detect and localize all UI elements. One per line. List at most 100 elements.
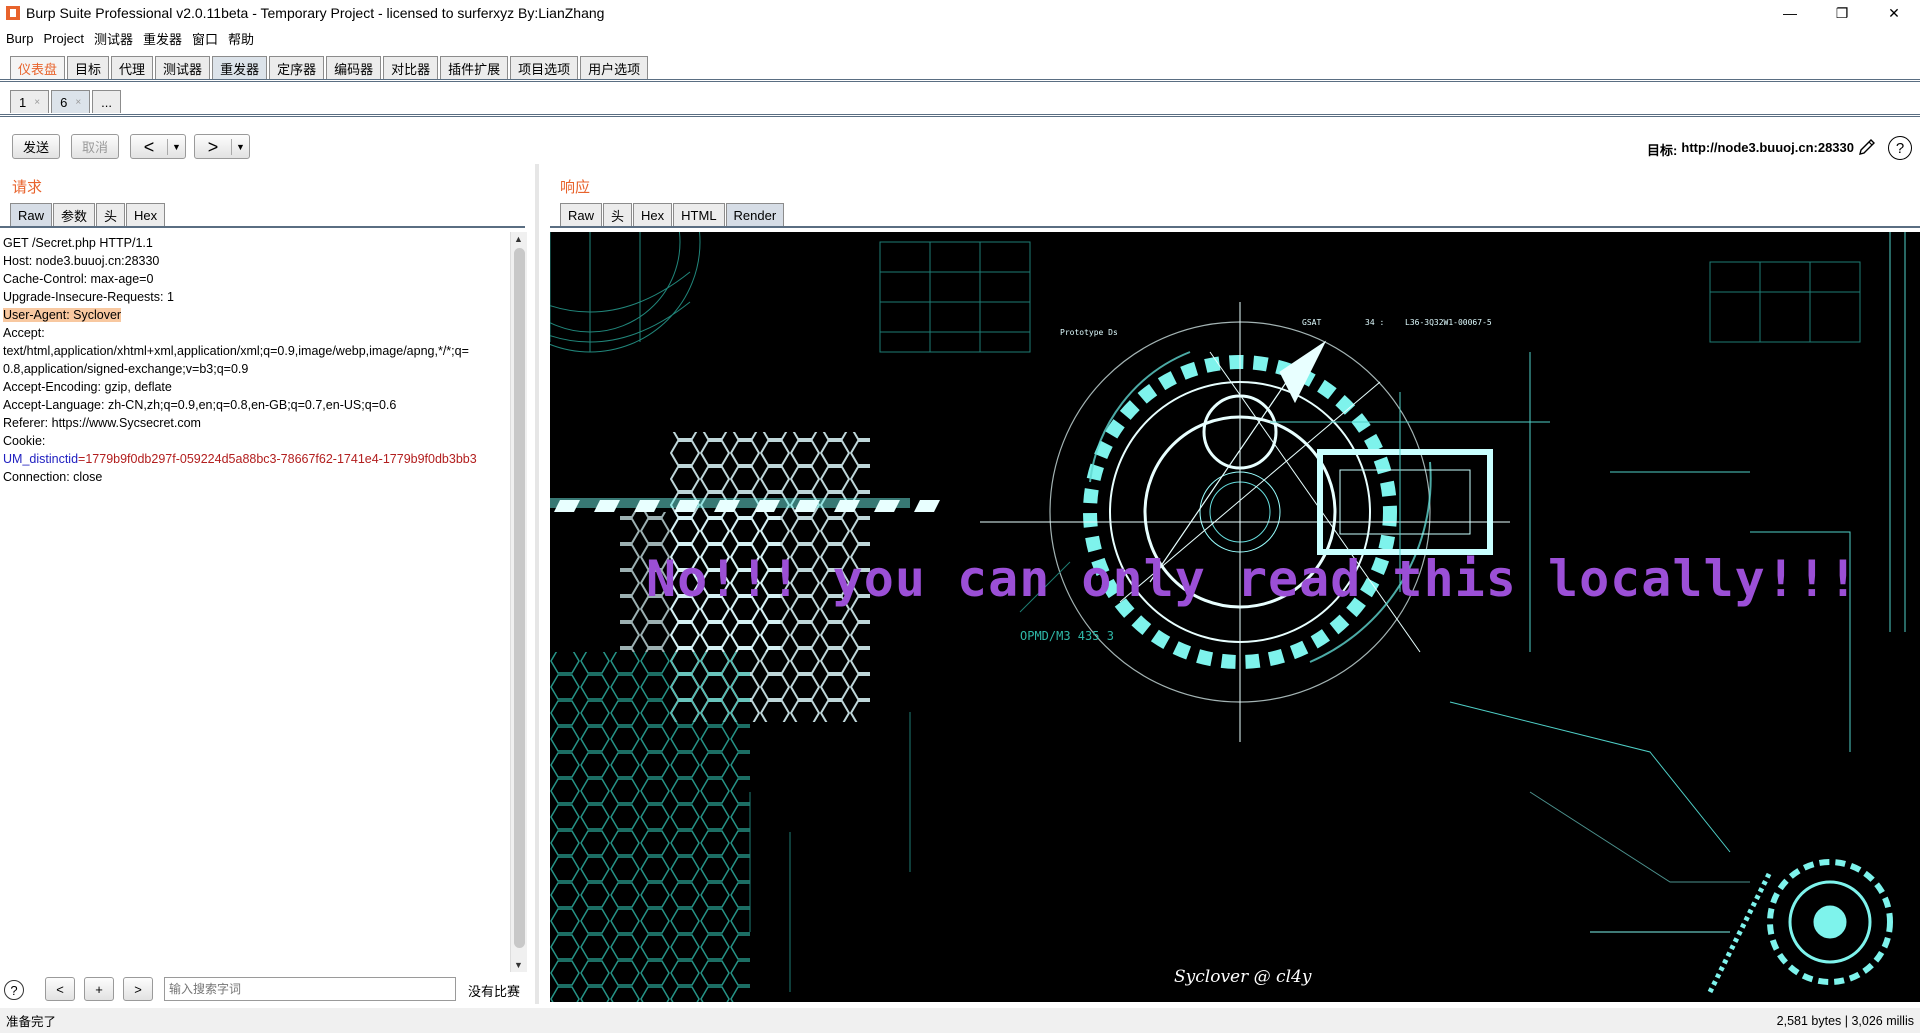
repeater-tab-bar: 1 × 6 × ... <box>10 90 123 113</box>
response-view-tabs: Raw 头 Hex HTML Render <box>560 203 785 226</box>
cancel-button[interactable]: 取消 <box>71 134 119 159</box>
tab-sequencer[interactable]: 定序器 <box>269 56 325 79</box>
chevron-down-icon[interactable]: ▼ <box>232 142 249 152</box>
burp-logo-icon <box>6 6 20 20</box>
menu-project[interactable]: Project <box>43 31 83 46</box>
tab-comparer[interactable]: 对比器 <box>383 56 439 79</box>
next-match-button[interactable]: > <box>123 977 153 1001</box>
cookie-value: 1779b9f0db297f-059224d5a88bc3-78667f62-1… <box>85 452 477 466</box>
menu-repeater[interactable]: 重发器 <box>143 29 182 48</box>
request-editor[interactable]: GET /Secret.php HTTP/1.1 Host: node3.buu… <box>0 232 510 972</box>
response-size-timing: 2,581 bytes | 3,026 millis <box>1776 1013 1914 1028</box>
request-line: text/html,application/xhtml+xml,applicat… <box>3 344 469 358</box>
repeater-tab-divider <box>0 114 1920 117</box>
scroll-down-icon[interactable]: ▼ <box>514 960 523 970</box>
menu-burp[interactable]: Burp <box>6 31 33 46</box>
previous-match-button[interactable]: < <box>45 977 75 1001</box>
forward-arrow-icon: > <box>207 136 219 157</box>
close-icon[interactable]: ✕ <box>1868 0 1920 26</box>
close-tab-icon[interactable]: × <box>34 97 40 108</box>
scroll-up-icon[interactable]: ▲ <box>514 234 523 244</box>
request-view-tabs: Raw 参数 头 Hex <box>10 203 166 226</box>
pane-splitter[interactable] <box>535 164 539 1004</box>
request-line: Host: node3.buuoj.cn:28330 <box>3 254 160 268</box>
window-title: Burp Suite Professional v2.0.11beta - Te… <box>26 5 605 21</box>
request-tab-raw[interactable]: Raw <box>10 203 53 226</box>
svg-text:34 :: 34 : <box>1365 318 1384 327</box>
repeater-tab-6[interactable]: 6 × <box>51 90 91 113</box>
back-button[interactable]: < ▼ <box>130 134 186 159</box>
target-label: 目标: <box>1647 143 1678 158</box>
request-panel-title: 请求 <box>12 179 43 196</box>
main-tab-bar: 仪表盘 目标 代理 测试器 重发器 定序器 编码器 对比器 插件扩展 项目选项 … <box>10 56 650 79</box>
cookie-name: UM_distinctid <box>3 452 79 466</box>
request-line: GET /Secret.php HTTP/1.1 <box>3 236 153 250</box>
help-icon[interactable]: ? <box>4 980 24 1000</box>
title-bar: Burp Suite Professional v2.0.11beta - Te… <box>0 0 1920 26</box>
tab-decoder[interactable]: 编码器 <box>326 56 382 79</box>
tab-extender[interactable]: 插件扩展 <box>440 56 509 79</box>
request-line: 0.8,application/signed-exchange;v=b3;q=0… <box>3 362 249 376</box>
tab-dashboard[interactable]: 仪表盘 <box>10 56 66 79</box>
menu-window[interactable]: 窗口 <box>192 29 218 48</box>
tab-user-options[interactable]: 用户选项 <box>580 56 649 79</box>
request-line: Accept-Language: zh-CN,zh;q=0.9,en;q=0.8… <box>3 398 397 412</box>
main-tab-divider <box>0 79 1920 82</box>
back-arrow-icon: < <box>143 136 155 157</box>
request-tab-hex[interactable]: Hex <box>126 203 166 226</box>
menu-bar: Burp Project 测试器 重发器 窗口 帮助 <box>0 28 264 48</box>
chevron-down-icon[interactable]: ▼ <box>168 142 185 152</box>
tab-target[interactable]: 目标 <box>67 56 110 79</box>
response-signature: Syclover @ cl4y <box>1174 967 1312 987</box>
response-tab-headers[interactable]: 头 <box>603 203 633 226</box>
svg-text:OPMD/M3 435 3: OPMD/M3 435 3 <box>1020 629 1114 643</box>
request-line: Referer: https://www.Sycsecret.com <box>3 416 201 430</box>
request-tab-params[interactable]: 参数 <box>53 203 96 226</box>
request-line: Accept-Encoding: gzip, deflate <box>3 380 172 394</box>
request-scrollbar[interactable]: ▲ ▼ <box>510 232 527 972</box>
response-tab-raw[interactable]: Raw <box>560 203 603 226</box>
request-line-highlighted: User-Agent: Syclover <box>3 306 507 324</box>
maximize-icon[interactable]: ❐ <box>1816 0 1868 26</box>
cookie-line: UM_distinctid=1779b9f0db297f-059224d5a88… <box>3 450 507 468</box>
svg-text:L36-3Q32W1-00067-5: L36-3Q32W1-00067-5 <box>1405 318 1492 327</box>
help-icon[interactable]: ? <box>1888 136 1912 160</box>
response-tab-divider <box>550 226 1920 228</box>
menu-intruder[interactable]: 测试器 <box>94 29 133 48</box>
svg-text:GSAT: GSAT <box>1302 318 1321 327</box>
request-line: Upgrade-Insecure-Requests: 1 <box>3 290 174 304</box>
response-headline: No!!! you can only read this locally!!! <box>646 550 1859 608</box>
forward-button[interactable]: > ▼ <box>194 134 250 159</box>
target-display[interactable]: 目标: http://node3.buuoj.cn:28330 <box>1647 140 1854 159</box>
tab-repeater[interactable]: 重发器 <box>212 56 268 79</box>
add-search-button[interactable]: + <box>84 977 114 1001</box>
request-line: Accept: <box>3 326 45 340</box>
status-ready: 准备完了 <box>6 1015 57 1029</box>
request-tab-headers[interactable]: 头 <box>96 203 126 226</box>
tab-intruder[interactable]: 测试器 <box>155 56 211 79</box>
edit-target-pencil-icon[interactable] <box>1856 136 1878 158</box>
repeater-tab-1[interactable]: 1 × <box>10 90 50 113</box>
repeater-tab-label: 1 <box>19 94 27 110</box>
request-line: Cache-Control: max-age=0 <box>3 272 154 286</box>
rendered-response: GSAT 34 : L36-3Q32W1-00067-5 Prototype D… <box>550 232 1920 1002</box>
tab-project-options[interactable]: 项目选项 <box>510 56 579 79</box>
menu-help[interactable]: 帮助 <box>228 29 254 48</box>
match-count: 没有比赛 <box>468 984 521 999</box>
send-button[interactable]: 发送 <box>12 134 60 159</box>
tab-proxy[interactable]: 代理 <box>111 56 154 79</box>
response-tab-html[interactable]: HTML <box>673 203 725 226</box>
new-repeater-tab[interactable]: ... <box>92 90 121 113</box>
user-agent-highlight: User-Agent: Syclover <box>3 308 122 322</box>
search-input[interactable] <box>164 977 456 1001</box>
response-tab-hex[interactable]: Hex <box>633 203 673 226</box>
scrollbar-thumb[interactable] <box>514 248 525 948</box>
minimize-icon[interactable]: — <box>1764 0 1816 26</box>
status-bar: 准备完了 2,581 bytes | 3,026 millis <box>0 1008 1920 1033</box>
close-tab-icon[interactable]: × <box>75 97 81 108</box>
response-tab-render[interactable]: Render <box>725 203 785 226</box>
request-line: Connection: close <box>3 470 103 484</box>
response-panel-title: 响应 <box>560 179 591 196</box>
target-url: http://node3.buuoj.cn:28330 <box>1681 140 1854 155</box>
request-line: Cookie: <box>3 434 46 448</box>
